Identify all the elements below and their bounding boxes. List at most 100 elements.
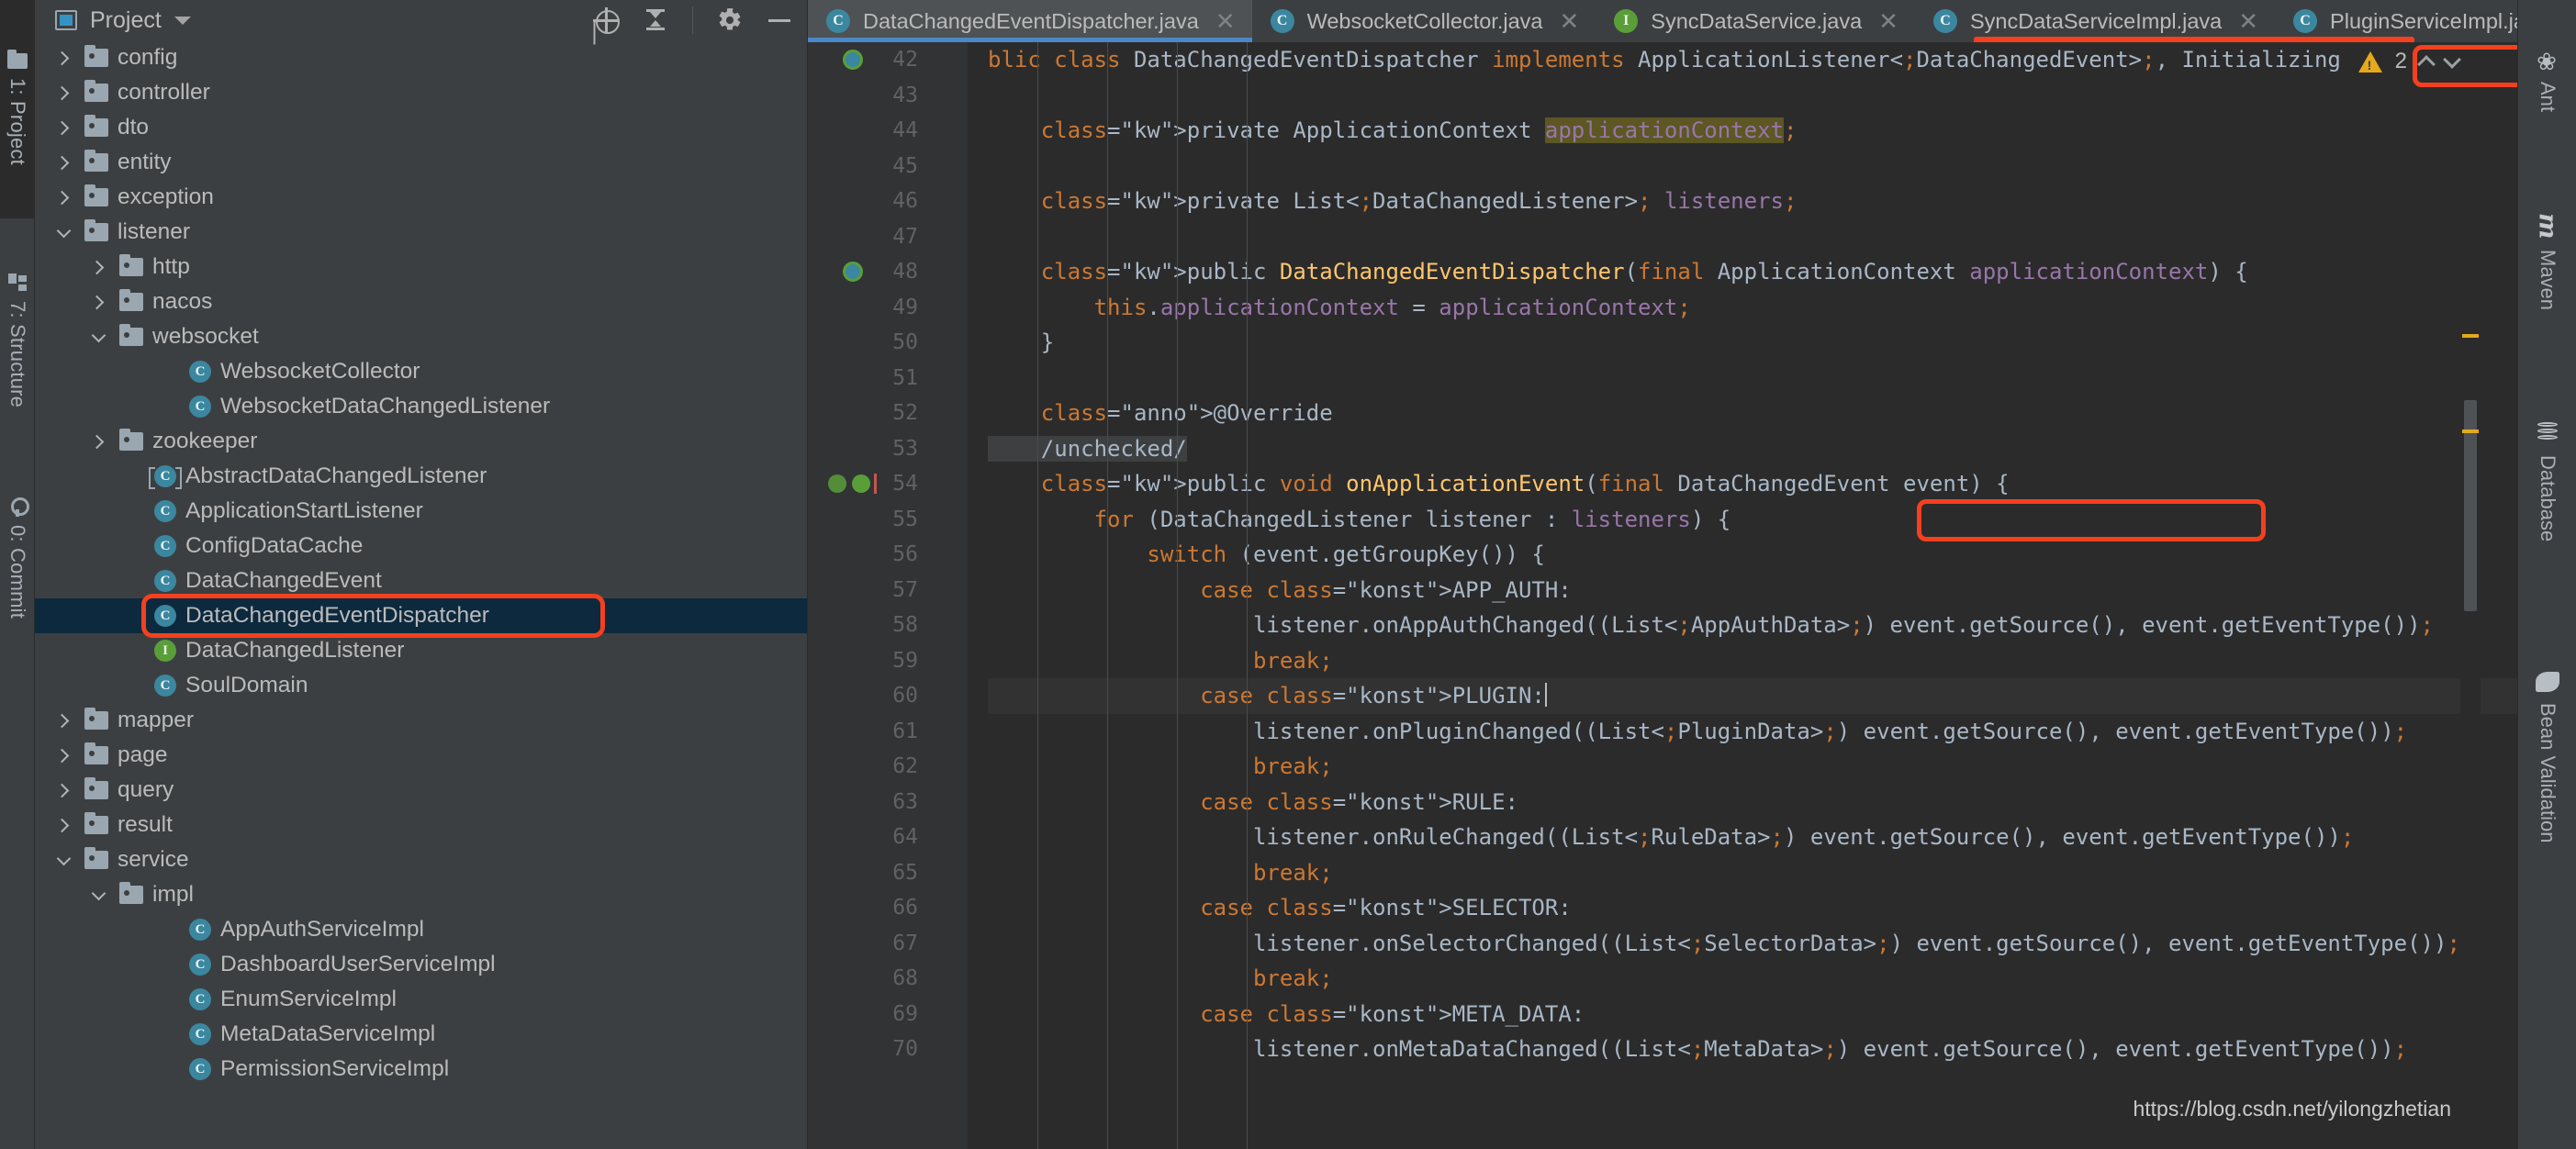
chevron-right-icon[interactable] [51, 738, 75, 773]
tree-item[interactable]: I DataChangedListener [35, 633, 807, 668]
editor-tab[interactable]: C DataChangedEventDispatcher.java ✕ [808, 0, 1252, 42]
hide-icon[interactable] [767, 7, 792, 33]
override-method-icon[interactable] [852, 474, 870, 493]
tree-item[interactable]: entity [35, 145, 807, 180]
sidebar-item-maven[interactable]: m Maven [2518, 165, 2576, 358]
chevron-right-icon[interactable] [51, 703, 75, 738]
tree-item[interactable]: C MetaDataServiceImpl [35, 1017, 807, 1052]
tree-item[interactable]: C PermissionServiceImpl [35, 1052, 807, 1087]
code-editor[interactable]: 42 43 44 45 46 47 48− 49 50 51 52−53−54−55−56− 57 58… [808, 42, 2517, 1149]
class-marker-icon[interactable] [843, 50, 863, 70]
chevron-right-icon[interactable] [51, 75, 75, 110]
code-line[interactable]: listener.onMetaDataChanged((List<;MetaDa… [988, 1032, 2517, 1067]
code-line[interactable]: break; [988, 961, 2517, 997]
collapse-all-icon[interactable] [643, 7, 668, 33]
chevron-right-icon[interactable] [51, 773, 75, 808]
implementing-method-icon[interactable] [828, 474, 846, 493]
tree-item[interactable]: zookeeper [35, 424, 807, 459]
code-line[interactable] [988, 78, 2517, 114]
chevron-down-icon[interactable] [51, 215, 75, 250]
code-line[interactable]: listener.onRuleChanged((List<;RuleData>;… [988, 820, 2517, 855]
sidebar-item-ant[interactable]: ❀ Ant [2518, 7, 2576, 154]
sidebar-item-commit[interactable]: 0: Commit [0, 463, 35, 653]
tree-item[interactable]: nacos [35, 284, 807, 319]
tree-item[interactable]: mapper [35, 703, 807, 738]
tree-item[interactable]: http [35, 250, 807, 284]
close-icon[interactable]: ✕ [2238, 9, 2258, 33]
tree-item[interactable]: controller [35, 75, 807, 110]
code-line[interactable]: class="kw">public DataChangedEventDispat… [988, 254, 2517, 290]
chevron-right-icon[interactable] [51, 180, 75, 215]
code-line[interactable]: listener.onSelectorChanged((List<;Select… [988, 926, 2517, 962]
code-line[interactable]: case class="konst">APP_AUTH: [988, 573, 2517, 608]
close-icon[interactable]: ✕ [1559, 9, 1579, 33]
chevron-right-icon[interactable] [51, 40, 75, 75]
code-line[interactable] [988, 361, 2517, 396]
chevron-down-icon[interactable] [2443, 50, 2461, 69]
code-line[interactable]: break; [988, 749, 2517, 785]
close-icon[interactable]: ✕ [1878, 9, 1898, 33]
tree-item[interactable]: C WebsocketCollector [35, 354, 807, 389]
code-text[interactable]: blic class DataChangedEventDispatcher im… [968, 42, 2517, 1149]
sidebar-item-database[interactable]: Database [2518, 367, 2576, 597]
code-line[interactable] [988, 219, 2517, 255]
chevron-down-icon[interactable] [51, 842, 75, 877]
inspection-widget[interactable]: 2 [2358, 42, 2461, 81]
sidebar-item-bean-validation[interactable]: Bean Validation [2518, 606, 2576, 909]
code-line[interactable]: this.applicationContext = applicationCon… [988, 290, 2517, 326]
tree-item[interactable]: C ConfigDataCache [35, 529, 807, 563]
editor-scrollbar[interactable] [2460, 42, 2481, 1149]
chevron-right-icon[interactable] [51, 145, 75, 180]
tree-item[interactable]: C ApplicationStartListener [35, 494, 807, 529]
tree-item[interactable]: exception [35, 180, 807, 215]
code-line[interactable]: } [988, 325, 2517, 361]
code-line[interactable]: blic class DataChangedEventDispatcher im… [988, 42, 2517, 78]
code-line[interactable]: class="kw">public void onApplicationEven… [988, 466, 2517, 502]
editor-tab[interactable]: C WebsocketCollector.java ✕ [1252, 0, 1596, 42]
tree-item[interactable]: C WebsocketDataChangedListener [35, 389, 807, 424]
editor-tab-bar[interactable]: C DataChangedEventDispatcher.java ✕ C Websoc… [808, 0, 2517, 42]
tree-item[interactable]: query [35, 773, 807, 808]
tree-item[interactable]: C EnumServiceImpl [35, 982, 807, 1017]
tree-item[interactable]: C DataChangedEventDispatcher [35, 598, 807, 633]
tree-item[interactable]: impl [35, 877, 807, 912]
code-line[interactable] [988, 149, 2517, 184]
chevron-right-icon[interactable] [86, 250, 110, 284]
code-line[interactable]: class="kw">private ApplicationContext ap… [988, 113, 2517, 149]
scroll-from-source-icon[interactable] [593, 7, 620, 34]
chevron-right-icon[interactable] [86, 424, 110, 459]
tree-item[interactable]: C DataChangedEvent [35, 563, 807, 598]
code-line[interactable]: listener.onPluginChanged((List<;PluginDa… [988, 714, 2517, 750]
editor-tab[interactable]: I SyncDataService.java ✕ [1596, 0, 1915, 42]
code-line[interactable]: break; [988, 855, 2517, 891]
warning-marker[interactable] [2462, 429, 2479, 433]
code-line[interactable]: class="anno">@Override [988, 396, 2517, 431]
sidebar-item-project[interactable]: 1: Project [0, 0, 35, 218]
tree-item[interactable]: page [35, 738, 807, 773]
chevron-right-icon[interactable] [51, 808, 75, 842]
sidebar-item-structure[interactable]: 7: Structure [0, 226, 35, 455]
code-line[interactable]: case class="konst">META_DATA: [988, 997, 2517, 1032]
chevron-down-icon[interactable] [174, 16, 191, 25]
chevron-down-icon[interactable] [86, 877, 110, 912]
code-line[interactable]: switch (event.getGroupKey()) { [988, 537, 2517, 573]
chevron-down-icon[interactable] [86, 319, 110, 354]
tree-item[interactable]: C DashboardUserServiceImpl [35, 947, 807, 982]
override-arrow-icon[interactable] [874, 474, 877, 494]
class-marker-icon[interactable] [843, 262, 863, 282]
tree-item[interactable]: listener [35, 215, 807, 250]
chevron-right-icon[interactable] [51, 110, 75, 145]
gear-icon[interactable] [717, 7, 743, 33]
tree-item[interactable]: result [35, 808, 807, 842]
tree-item[interactable]: C AppAuthServiceImpl [35, 912, 807, 947]
tree-item[interactable]: config [35, 40, 807, 75]
code-line[interactable]: case class="konst">RULE: [988, 785, 2517, 820]
code-line[interactable]: case class="konst">PLUGIN: [988, 678, 2517, 714]
chevron-up-icon[interactable] [2417, 54, 2436, 73]
code-line[interactable]: listener.onAppAuthChanged((List<;AppAuth… [988, 608, 2517, 643]
project-tree[interactable]: config controller dto entity exception listen… [35, 40, 807, 1149]
code-line[interactable]: /unchecked/ [988, 431, 2517, 467]
warning-marker[interactable] [2462, 334, 2479, 338]
chevron-right-icon[interactable] [86, 284, 110, 319]
code-line[interactable]: class="kw">private List<;DataChangedList… [988, 184, 2517, 219]
